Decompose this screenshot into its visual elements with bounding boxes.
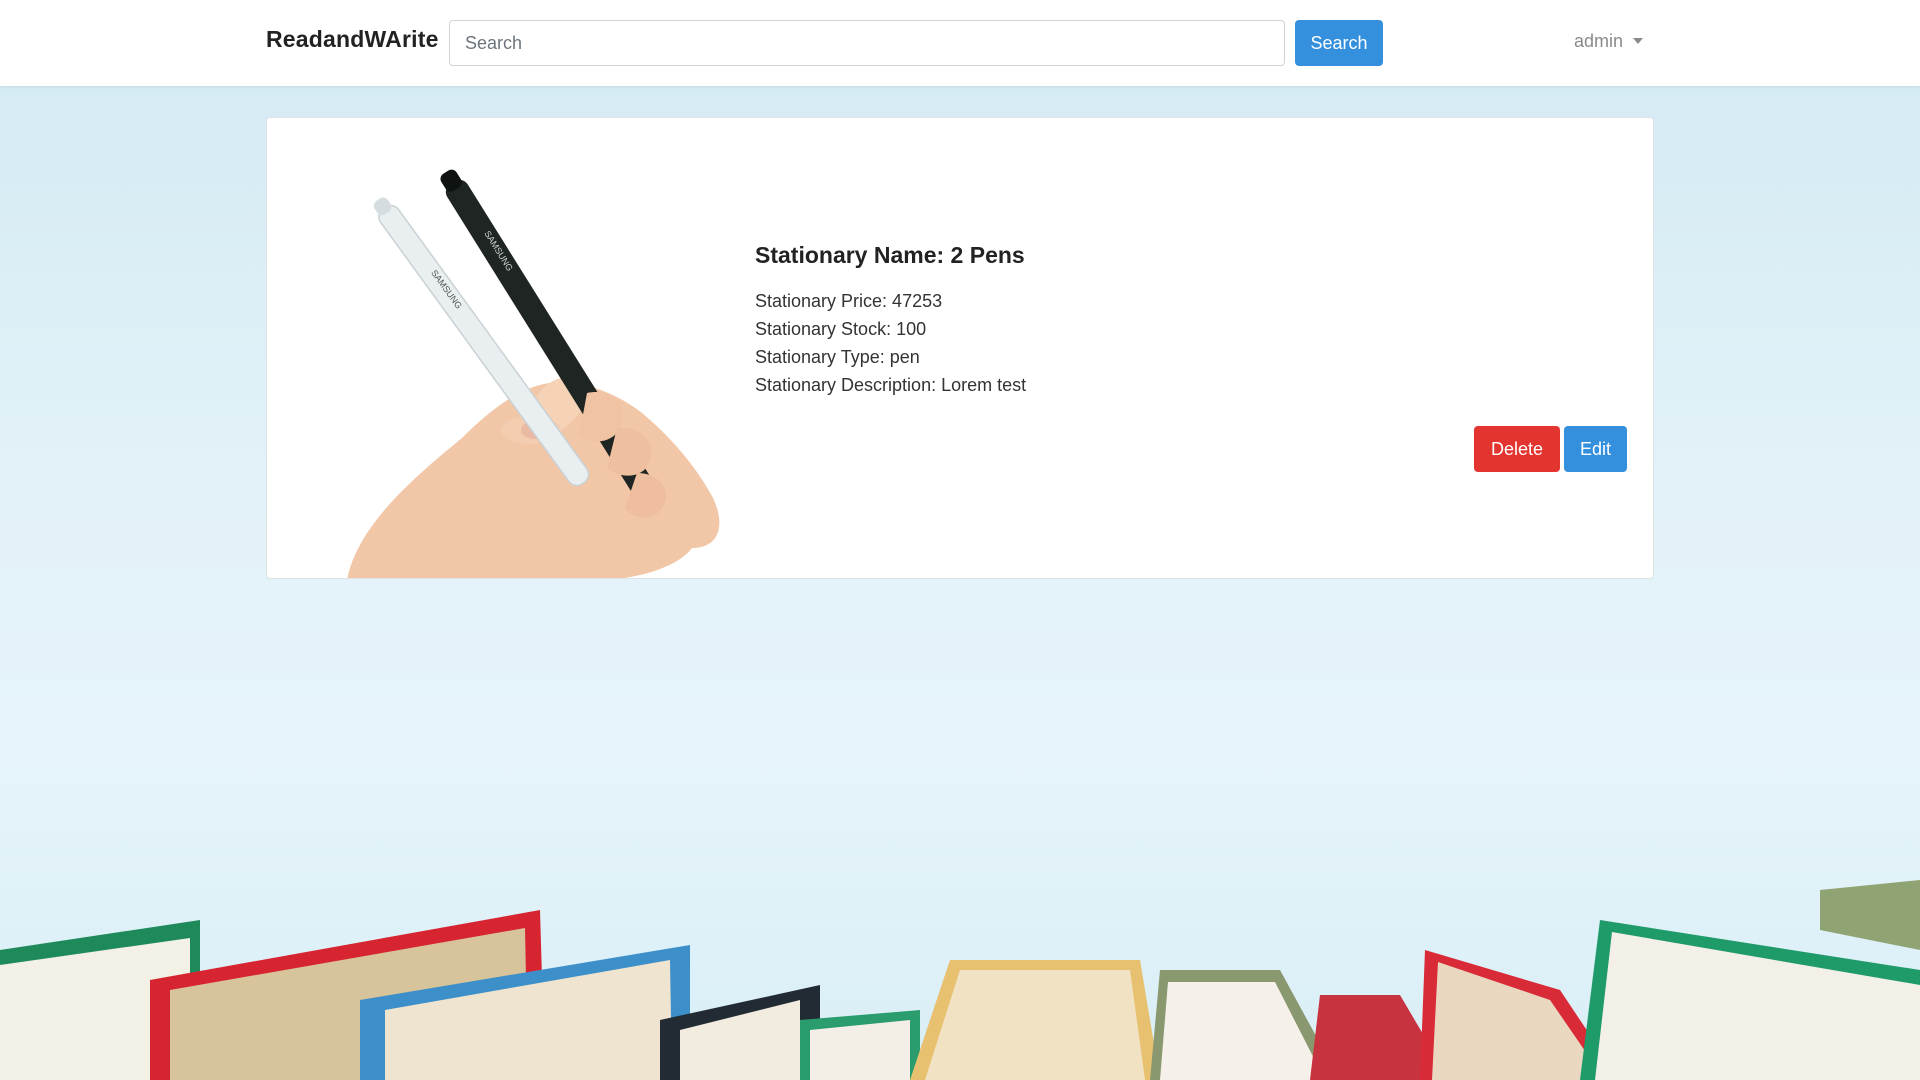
product-stock: Stationary Stock: 100 [755,319,927,339]
product-description: Stationary Description: Lorem test [755,375,1027,395]
delete-button[interactable]: Delete [1474,426,1560,472]
navbar: ReadandWArite Search admin [0,0,1920,86]
brand-logo[interactable]: ReadandWArite [266,26,439,53]
product-card: SAMSUNG SAMSUNG Stationary Name: 2 Pens … [266,117,1654,579]
edit-button[interactable]: Edit [1564,426,1627,472]
product-type: Stationary Type: pen [755,347,920,367]
search-input[interactable] [449,20,1285,66]
search-button[interactable]: Search [1295,20,1383,66]
pens-in-hand-image: SAMSUNG SAMSUNG [347,169,720,578]
product-price: Stationary Price: 47253 [755,291,943,311]
product-details: Stationary Name: 2 Pens Stationary Price… [755,242,1026,399]
books-background-image [0,880,1920,1080]
caret-down-icon [1633,38,1644,44]
user-name: admin [1574,31,1624,51]
user-dropdown[interactable]: admin [1574,31,1644,52]
product-name: Stationary Name: 2 Pens [755,242,1025,268]
